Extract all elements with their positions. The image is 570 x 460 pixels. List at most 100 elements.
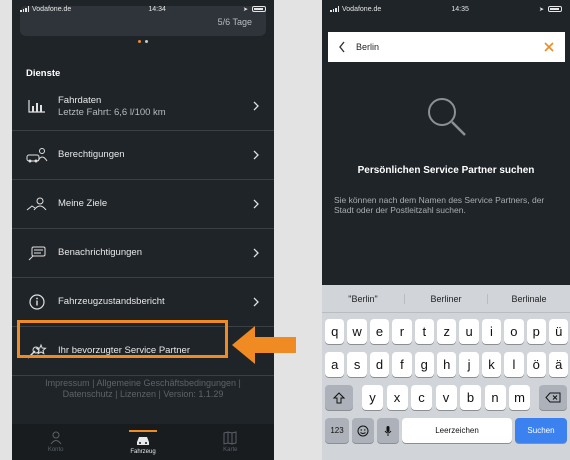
person-icon bbox=[50, 431, 62, 445]
keyboard: "Berlin" Berliner Berlinale qwertzuiopü … bbox=[322, 285, 570, 460]
key-a[interactable]: a bbox=[325, 352, 345, 377]
tab-bar: Konto Fahrzeug Karte bbox=[12, 424, 274, 460]
footer-links[interactable]: Impressum | Allgemeine Geschäftsbedingun… bbox=[12, 378, 274, 400]
tab-konto[interactable]: Konto bbox=[12, 424, 99, 460]
key-o[interactable]: o bbox=[504, 319, 524, 344]
tab-label: Konto bbox=[47, 447, 64, 453]
tab-label: Fahrzeug bbox=[130, 448, 156, 455]
menu-item-fahrdaten[interactable]: Fahrdaten Letzte Fahrt: 6,6 l/100 km bbox=[12, 82, 274, 131]
chevron-right-icon bbox=[253, 199, 259, 209]
key-u[interactable]: u bbox=[459, 319, 479, 344]
signal-icon bbox=[20, 6, 29, 12]
menu-item-berechtigungen[interactable]: Berechtigungen bbox=[12, 131, 274, 180]
key-k[interactable]: k bbox=[481, 352, 502, 377]
key-c[interactable]: c bbox=[411, 385, 432, 410]
chevron-right-icon bbox=[253, 297, 259, 307]
carrier-label: Vodafone.de bbox=[32, 5, 72, 13]
key-g[interactable]: g bbox=[414, 352, 434, 377]
section-title: Dienste bbox=[26, 68, 61, 79]
key-v[interactable]: v bbox=[435, 385, 457, 410]
menu-item-benachrichtigungen[interactable]: Benachrichtigungen bbox=[12, 229, 274, 278]
status-bar: Vodafone.de 14:35 ➤ bbox=[322, 0, 570, 18]
car-icon bbox=[136, 436, 149, 445]
summary-value: 5/6 Tage bbox=[217, 17, 252, 27]
key-j[interactable]: j bbox=[459, 352, 479, 377]
search-submit-key[interactable]: Suchen bbox=[515, 418, 567, 443]
menu-item-label: Berechtigungen bbox=[58, 149, 125, 160]
tab-karte[interactable]: Karte bbox=[187, 424, 274, 460]
key-m[interactable]: m bbox=[509, 385, 530, 410]
info-icon bbox=[26, 293, 48, 311]
left-phone-screen: 5/6 Tage Vodafone.de 14:34 ➤ Dienste Fah… bbox=[12, 0, 274, 460]
key-i[interactable]: i bbox=[481, 319, 502, 344]
description-text: Sie können nach dem Namen des Service Pa… bbox=[334, 195, 545, 215]
menu-item-label: Meine Ziele bbox=[58, 198, 108, 209]
key-w[interactable]: w bbox=[347, 319, 367, 344]
key-q[interactable]: q bbox=[325, 319, 345, 344]
shift-icon bbox=[333, 391, 345, 403]
emoji-icon bbox=[357, 425, 369, 436]
key-ü[interactable]: ü bbox=[549, 319, 569, 344]
key-l[interactable]: l bbox=[504, 352, 524, 377]
key-row-2: asdfghjklöä bbox=[322, 352, 570, 382]
key-row-1: qwertzuiopü bbox=[322, 319, 570, 349]
suggestion-item[interactable]: "Berlin" bbox=[322, 293, 405, 304]
key-p[interactable]: p bbox=[526, 319, 546, 344]
destinations-icon bbox=[26, 195, 48, 213]
annotation-arrow-icon bbox=[232, 326, 296, 364]
menu-item-label: Fahrzeugzustandsbericht bbox=[58, 296, 165, 307]
active-tab-indicator bbox=[128, 429, 157, 432]
key-d[interactable]: d bbox=[369, 352, 390, 377]
tab-fahrzeug[interactable]: Fahrzeug bbox=[99, 424, 186, 460]
search-bar bbox=[328, 32, 565, 62]
search-icon bbox=[428, 98, 466, 136]
chevron-right-icon bbox=[253, 101, 259, 111]
suggestion-item[interactable]: Berliner bbox=[405, 293, 488, 304]
key-n[interactable]: n bbox=[484, 385, 506, 410]
search-input[interactable] bbox=[356, 42, 526, 52]
page-title: Persönlichen Service Partner suchen bbox=[357, 165, 535, 176]
clear-icon[interactable] bbox=[543, 41, 555, 53]
backspace-icon bbox=[545, 392, 561, 403]
key-r[interactable]: r bbox=[392, 319, 412, 344]
microphone-icon bbox=[384, 425, 392, 436]
time-label: 14:35 bbox=[451, 5, 469, 13]
key-ö[interactable]: ö bbox=[526, 352, 546, 377]
suggestion-bar: "Berlin" Berliner Berlinale bbox=[322, 285, 570, 313]
notifications-icon bbox=[26, 244, 48, 262]
key-x[interactable]: x bbox=[386, 385, 408, 410]
key-y[interactable]: y bbox=[362, 385, 383, 410]
shift-key[interactable] bbox=[325, 385, 353, 410]
menu-item-sublabel: Letzte Fahrt: 6,6 l/100 km bbox=[58, 106, 166, 118]
microphone-key[interactable] bbox=[377, 418, 399, 443]
map-icon bbox=[223, 431, 237, 445]
key-s[interactable]: s bbox=[347, 352, 367, 377]
highlight-box bbox=[17, 320, 228, 358]
numbers-key[interactable]: 123 bbox=[325, 418, 349, 443]
signal-icon bbox=[330, 6, 339, 12]
chevron-right-icon bbox=[253, 150, 259, 160]
right-phone-screen: Vodafone.de 14:35 ➤ Persönlichen Service… bbox=[322, 0, 570, 460]
key-f[interactable]: f bbox=[392, 352, 412, 377]
backspace-key[interactable] bbox=[539, 385, 567, 410]
menu-item-meine-ziele[interactable]: Meine Ziele bbox=[12, 180, 274, 229]
key-row-3: yxcvbnm bbox=[322, 385, 570, 415]
key-ä[interactable]: ä bbox=[549, 352, 569, 377]
tab-label: Karte bbox=[223, 447, 238, 453]
key-e[interactable]: e bbox=[369, 319, 390, 344]
menu-item-label: Benachrichtigungen bbox=[58, 247, 142, 258]
space-key[interactable]: Leerzeichen bbox=[402, 418, 512, 443]
location-icon: ➤ bbox=[538, 6, 544, 13]
back-icon[interactable] bbox=[338, 41, 346, 53]
key-row-4: 123 Leerzeichen Suchen bbox=[322, 418, 570, 448]
key-b[interactable]: b bbox=[460, 385, 481, 410]
page-dot-active bbox=[138, 40, 141, 43]
emoji-key[interactable] bbox=[352, 418, 374, 443]
key-z[interactable]: z bbox=[437, 319, 457, 344]
bar-chart-icon bbox=[26, 97, 48, 115]
suggestion-item[interactable]: Berlinale bbox=[488, 294, 570, 304]
key-t[interactable]: t bbox=[414, 319, 434, 344]
status-bar: Vodafone.de 14:34 ➤ bbox=[12, 0, 274, 18]
key-h[interactable]: h bbox=[437, 352, 457, 377]
carrier-label: Vodafone.de bbox=[342, 5, 382, 13]
